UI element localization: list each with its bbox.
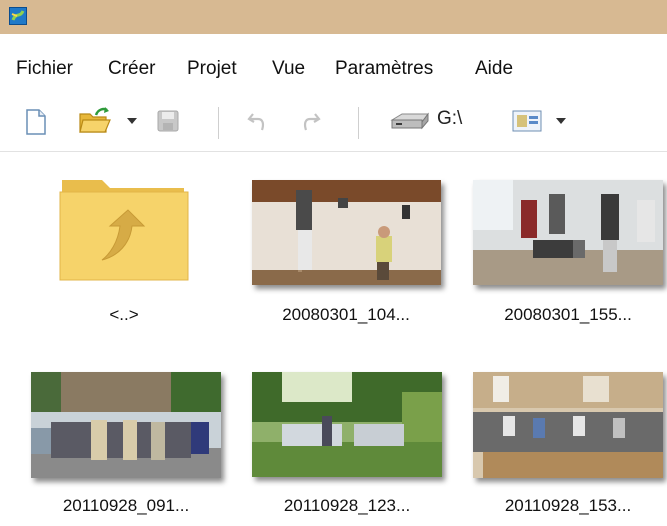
file-name: 20080301_104... [282,305,410,324]
menu-aide[interactable]: Aide [475,58,513,80]
drive-icon[interactable] [388,112,432,132]
toolbar-separator [218,107,219,139]
open-folder-icon[interactable] [78,106,112,136]
photo-thumbnail[interactable] [31,372,221,478]
menu-parametres[interactable]: Paramètres [335,58,433,80]
menu-projet[interactable]: Projet [187,58,237,80]
photo-thumbnail[interactable] [473,180,663,285]
file-name: 20110928_153... [504,496,632,515]
folder-up-icon[interactable] [58,174,190,284]
file-name: <..> [109,305,139,324]
toolbar [0,93,667,152]
menu-fichier[interactable]: Fichier [16,58,73,80]
file-name: 20110928_091... [62,496,190,515]
app-icon[interactable] [9,7,27,25]
save-icon[interactable] [156,109,180,133]
photo-thumbnail[interactable] [252,180,441,285]
menu-creer[interactable]: Créer [108,58,156,80]
photo-thumbnail[interactable] [252,372,442,477]
menu-vue[interactable]: Vue [272,58,305,80]
file-name: 20080301_155... [504,305,632,324]
chevron-down-icon[interactable] [126,117,138,125]
file-name: 20110928_123... [283,496,411,515]
chevron-down-icon[interactable] [555,117,567,125]
new-file-icon[interactable] [24,108,48,136]
photo-thumbnail[interactable] [473,372,663,478]
view-mode-icon[interactable] [511,108,543,134]
undo-icon[interactable] [246,110,268,134]
drive-label: G:\ [437,108,463,129]
toolbar-separator [358,107,359,139]
menu-bar: Fichier Créer Projet Vue Paramètres Aide [0,48,667,88]
title-bar [0,0,667,34]
redo-icon[interactable] [300,110,322,134]
